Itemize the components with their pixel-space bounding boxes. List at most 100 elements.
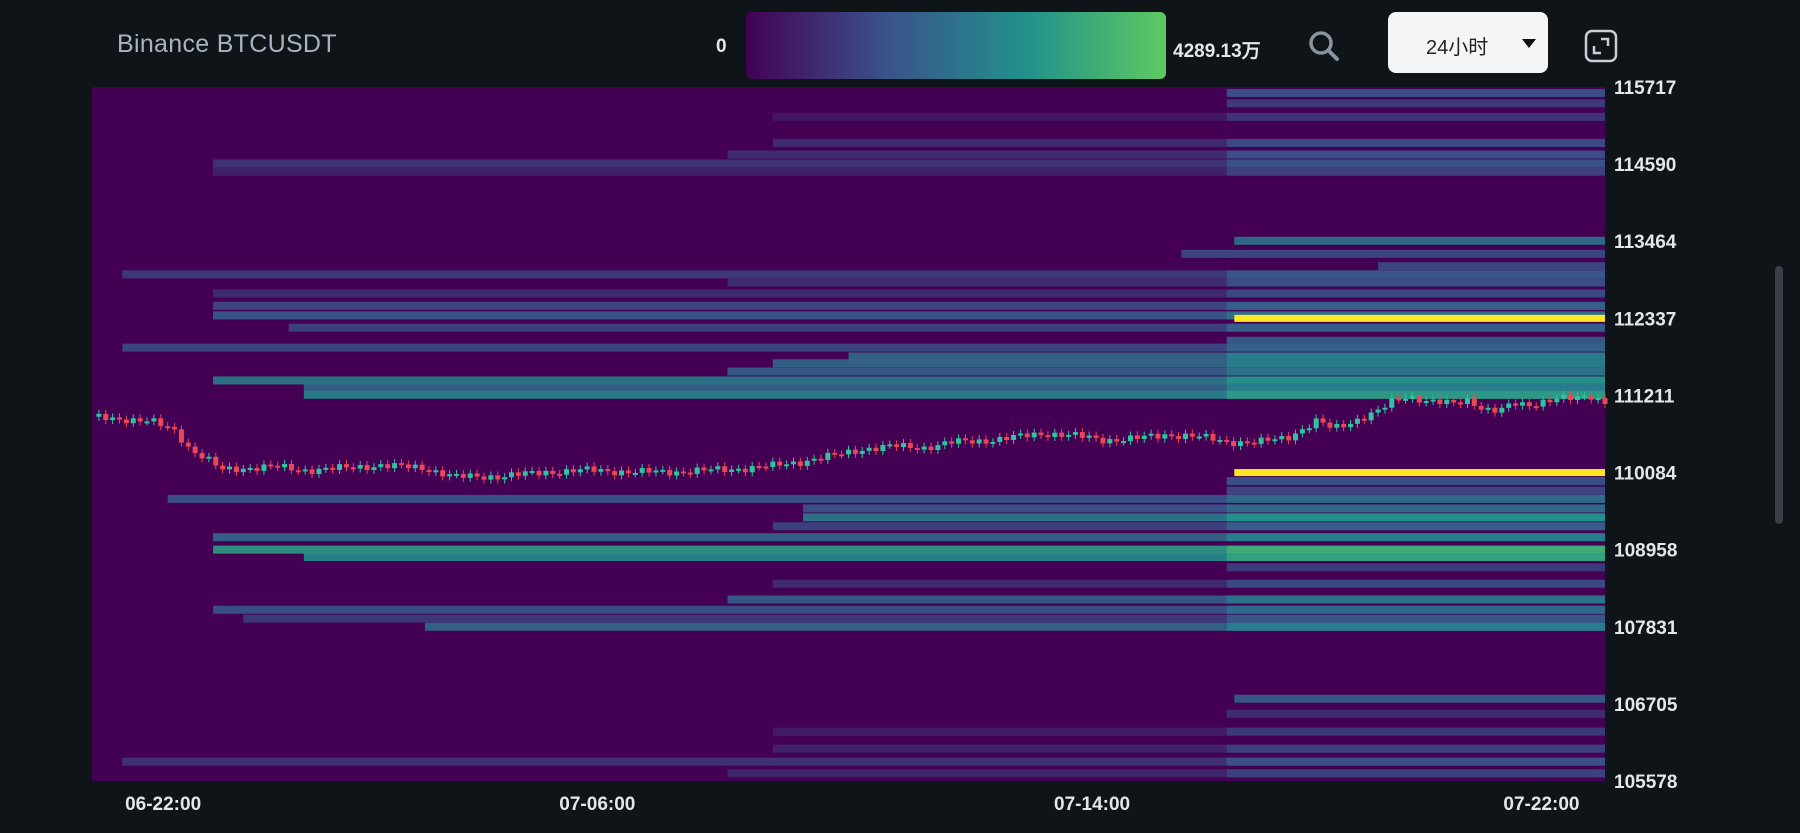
liquidity-band-recent [1226,513,1605,522]
candle [268,464,274,467]
liquidity-band-recent [1226,289,1605,298]
candle [804,460,810,466]
candle [426,470,432,473]
candle [557,473,563,476]
candle [832,452,838,455]
candle [309,469,315,474]
candle [1024,433,1030,438]
candle [1513,403,1519,406]
candle [584,466,590,470]
candle [1045,435,1051,438]
y-tick-label: 114590 [1614,155,1676,176]
candle [729,469,735,472]
candle [1574,396,1580,401]
candle [1320,418,1326,423]
candle [956,438,962,444]
candle [1141,435,1147,439]
liquidity-band [1226,99,1605,108]
candle [1396,398,1402,401]
candle [96,413,102,417]
candle [261,464,267,471]
candle [1079,432,1085,438]
candle [660,469,666,472]
liquidity-band [1226,486,1605,495]
candle [1251,442,1257,445]
candle [564,469,570,475]
candle [949,441,955,444]
scrollbar[interactable] [1775,266,1783,524]
candle [921,446,927,450]
candle [1588,395,1594,400]
liquidity-band-recent [1226,278,1605,287]
candle [653,470,659,473]
candle [1382,407,1388,410]
candle [887,444,893,447]
candle [254,467,260,471]
liquidity-band-recent [1226,138,1605,147]
candle [777,461,783,466]
candle [735,468,741,471]
candle [1114,439,1120,442]
candle [392,463,398,469]
candle [185,442,191,447]
candle [797,461,803,466]
candle [880,444,886,452]
candle [570,469,576,473]
candle [1540,399,1546,407]
candle [529,471,535,474]
candle [123,419,129,424]
y-tick-label: 111211 [1614,386,1675,407]
candle [756,466,762,469]
candle [1506,403,1512,408]
candle [674,471,680,476]
candle [859,450,865,454]
candle [364,465,370,471]
candle [543,470,549,476]
candle [1306,428,1312,431]
liquidity-band-recent [1226,553,1605,562]
candle [1011,434,1017,440]
candle [1354,418,1360,424]
candle [962,438,968,441]
candle [1258,437,1264,444]
candle [522,471,528,476]
candle [619,470,625,476]
candle [1471,398,1477,406]
liquidity-band-recent [1226,150,1605,159]
candle [1526,402,1532,407]
liquidation-heatmap-chart[interactable]: 115717 114590 113464 112337 111211 110084 1089… [0,0,1800,828]
candle [1437,399,1443,405]
candle [165,426,171,429]
candle [1299,429,1305,434]
candle [715,466,721,470]
candle [453,473,459,476]
liquidity-band-recent [1226,614,1605,623]
liquidity-band-recent [1226,270,1605,279]
candle [495,475,501,480]
liquidity-band [1226,709,1605,718]
candle [839,454,845,457]
candle [460,473,466,478]
heatmap-svg[interactable]: 115717 114590 113464 112337 111211 110084 1089… [0,0,1800,828]
candle [1244,441,1250,444]
candle [1004,436,1010,440]
candle [1409,395,1415,399]
candle [343,464,349,468]
candle [1169,434,1175,437]
candle [1519,402,1525,406]
candle [371,467,377,471]
candle [1272,439,1278,442]
candle [1038,432,1044,436]
candle [103,413,109,421]
candle [1533,406,1539,409]
liquidity-band [1226,88,1605,97]
candle [605,469,611,472]
candle [206,456,212,459]
candle [515,472,521,476]
candle [667,469,673,476]
candle [1224,439,1230,442]
candle [1334,423,1340,428]
liquidity-band-recent [1226,504,1605,513]
candle [536,471,542,476]
candle [1464,398,1470,404]
